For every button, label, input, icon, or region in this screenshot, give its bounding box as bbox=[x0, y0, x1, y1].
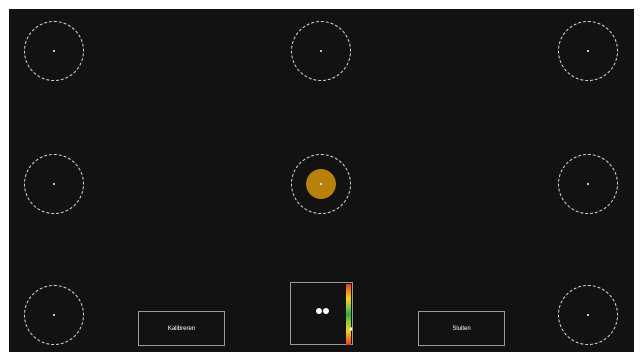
calibration-target-middle-right bbox=[558, 154, 618, 214]
calibration-target-top-left bbox=[24, 21, 84, 81]
target-center-dot bbox=[53, 183, 55, 185]
target-center-dot bbox=[53, 50, 55, 52]
distance-pointer-icon bbox=[349, 327, 352, 332]
calibration-target-top-center bbox=[291, 21, 351, 81]
target-center-dot bbox=[53, 314, 55, 316]
calibration-screen: Kalibreren Sluiten bbox=[9, 9, 634, 352]
calibration-target-middle-center bbox=[291, 154, 351, 214]
distance-indicator-bar bbox=[346, 284, 352, 345]
target-center-dot bbox=[587, 50, 589, 52]
target-center-dot bbox=[320, 50, 322, 52]
left-eye-icon bbox=[316, 308, 322, 314]
target-center-dot bbox=[587, 314, 589, 316]
calibration-target-top-right bbox=[558, 21, 618, 81]
eye-tracker-status-box bbox=[290, 282, 353, 345]
target-center-dot bbox=[320, 183, 322, 185]
calibrate-button[interactable]: Kalibreren bbox=[138, 311, 225, 346]
target-center-dot bbox=[587, 183, 589, 185]
calibration-target-bottom-left bbox=[24, 285, 84, 345]
calibration-target-middle-left bbox=[24, 154, 84, 214]
calibration-target-bottom-right bbox=[558, 285, 618, 345]
close-button[interactable]: Sluiten bbox=[418, 311, 505, 346]
right-eye-icon bbox=[323, 308, 329, 314]
